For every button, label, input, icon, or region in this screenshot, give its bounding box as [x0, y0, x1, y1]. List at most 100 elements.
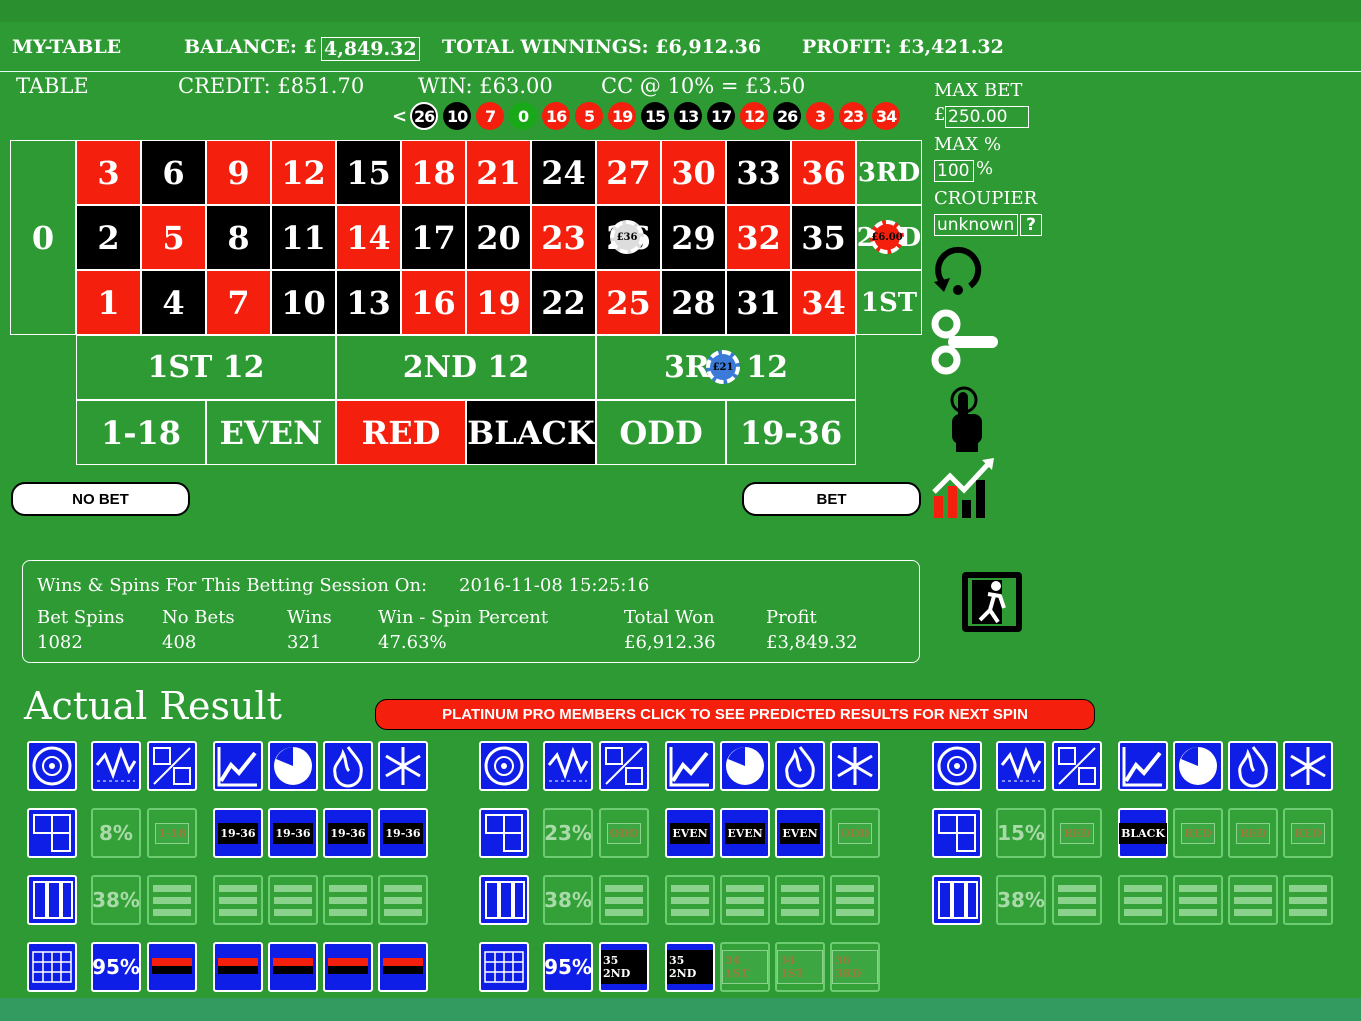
fire-icon[interactable]: [775, 741, 825, 791]
result-box[interactable]: RED: [1052, 808, 1102, 858]
line-chart-icon[interactable]: [665, 741, 715, 791]
result-box[interactable]: [268, 875, 318, 925]
result-tag-box[interactable]: RED: [1283, 808, 1333, 858]
result-box[interactable]: 1-18: [147, 808, 197, 858]
bet-button[interactable]: BET: [742, 482, 921, 516]
result-box[interactable]: 34 1ST: [720, 942, 770, 992]
column-bet-1[interactable]: 1ST: [856, 270, 922, 335]
number-cell[interactable]: 6: [141, 140, 206, 205]
result-box[interactable]: [27, 875, 77, 925]
line-chart-icon[interactable]: [1118, 741, 1168, 791]
result-box[interactable]: [1052, 875, 1102, 925]
split-icon[interactable]: [599, 741, 649, 791]
result-box[interactable]: [932, 875, 982, 925]
result-box[interactable]: [479, 875, 529, 925]
result-box[interactable]: [1283, 875, 1333, 925]
wave-chart-icon[interactable]: [543, 741, 593, 791]
number-cell[interactable]: 5: [141, 205, 206, 270]
pie-icon[interactable]: [1173, 741, 1223, 791]
pie-icon[interactable]: [720, 741, 770, 791]
result-tag-box[interactable]: ODD: [830, 808, 880, 858]
result-box[interactable]: [147, 875, 197, 925]
dozen-bet-1[interactable]: 1ST 12: [76, 335, 336, 400]
result-box[interactable]: [932, 808, 982, 858]
number-cell[interactable]: 11: [271, 205, 336, 270]
result-tag-box[interactable]: EVEN: [665, 808, 715, 858]
number-cell[interactable]: 21: [466, 140, 531, 205]
wind-up-key-icon[interactable]: [930, 306, 1002, 378]
result-box[interactable]: [1173, 875, 1223, 925]
number-cell[interactable]: 31: [726, 270, 791, 335]
result-box[interactable]: [720, 875, 770, 925]
dozen-bet-2[interactable]: 2ND 12: [336, 335, 596, 400]
result-box[interactable]: ODD: [599, 808, 649, 858]
number-cell[interactable]: 1: [76, 270, 141, 335]
predicted-results-button[interactable]: PLATINUM PRO MEMBERS CLICK TO SEE PREDIC…: [375, 699, 1095, 730]
result-box[interactable]: [323, 942, 373, 992]
number-cell[interactable]: 25: [596, 270, 661, 335]
split-icon[interactable]: [147, 741, 197, 791]
number-cell[interactable]: 20: [466, 205, 531, 270]
number-cell[interactable]: 29: [661, 205, 726, 270]
number-cell[interactable]: 14: [336, 205, 401, 270]
snowflake-icon[interactable]: [830, 741, 880, 791]
no-bet-button[interactable]: NO BET: [11, 482, 190, 516]
column-bet-3[interactable]: 3RD: [856, 140, 922, 205]
outside-bet-1-18[interactable]: 1-18: [76, 400, 206, 465]
roulette-wheel-icon[interactable]: [27, 741, 77, 791]
number-cell[interactable]: 10: [271, 270, 336, 335]
result-box[interactable]: [1118, 875, 1168, 925]
result-box[interactable]: 38%: [543, 875, 593, 925]
result-box[interactable]: 8%: [91, 808, 141, 858]
result-box[interactable]: [27, 942, 77, 992]
result-box[interactable]: [479, 808, 529, 858]
result-box[interactable]: [147, 942, 197, 992]
number-cell[interactable]: 2: [76, 205, 141, 270]
result-tag-box[interactable]: 19-36: [323, 808, 373, 858]
line-chart-icon[interactable]: [213, 741, 263, 791]
result-box[interactable]: [268, 942, 318, 992]
number-cell[interactable]: 22: [531, 270, 596, 335]
result-box[interactable]: 38%: [996, 875, 1046, 925]
pie-icon[interactable]: [268, 741, 318, 791]
number-cell[interactable]: 13: [336, 270, 401, 335]
balance-field[interactable]: 4,849.32: [321, 37, 420, 61]
result-box[interactable]: [830, 875, 880, 925]
refresh-icon[interactable]: [930, 244, 986, 300]
number-cell[interactable]: 23: [531, 205, 596, 270]
number-cell[interactable]: 8: [206, 205, 271, 270]
number-cell[interactable]: 18: [401, 140, 466, 205]
bet-chip[interactable]: £36: [610, 220, 644, 254]
outside-bet-even[interactable]: EVEN: [206, 400, 336, 465]
roulette-wheel-icon[interactable]: [479, 741, 529, 791]
wave-chart-icon[interactable]: [91, 741, 141, 791]
number-cell[interactable]: 4: [141, 270, 206, 335]
result-box[interactable]: [378, 875, 428, 925]
result-box[interactable]: [323, 875, 373, 925]
result-box[interactable]: 38%: [91, 875, 141, 925]
result-box[interactable]: [213, 875, 263, 925]
result-box[interactable]: 35 2ND: [665, 942, 715, 992]
roulette-wheel-icon[interactable]: [932, 741, 982, 791]
result-tag-box[interactable]: EVEN: [775, 808, 825, 858]
number-cell[interactable]: 16: [401, 270, 466, 335]
result-box[interactable]: [1228, 875, 1278, 925]
result-tag-box[interactable]: RED: [1173, 808, 1223, 858]
result-box[interactable]: [378, 942, 428, 992]
bet-chip[interactable]: £21: [706, 350, 740, 384]
result-tag-box[interactable]: BLACK: [1118, 808, 1168, 858]
result-box[interactable]: 36 3RD: [830, 942, 880, 992]
number-cell[interactable]: 27: [596, 140, 661, 205]
bet-chip[interactable]: £6.00: [870, 220, 904, 254]
result-tag-box[interactable]: 19-36: [268, 808, 318, 858]
result-box[interactable]: 95%: [91, 942, 141, 992]
result-box[interactable]: [775, 875, 825, 925]
number-cell[interactable]: 3: [76, 140, 141, 205]
history-back-arrow[interactable]: <: [392, 106, 407, 127]
number-cell[interactable]: 36: [791, 140, 856, 205]
number-cell[interactable]: 32: [726, 205, 791, 270]
result-box[interactable]: 95%: [543, 942, 593, 992]
number-cell[interactable]: 24: [531, 140, 596, 205]
result-box[interactable]: 15%: [996, 808, 1046, 858]
number-cell[interactable]: 33: [726, 140, 791, 205]
